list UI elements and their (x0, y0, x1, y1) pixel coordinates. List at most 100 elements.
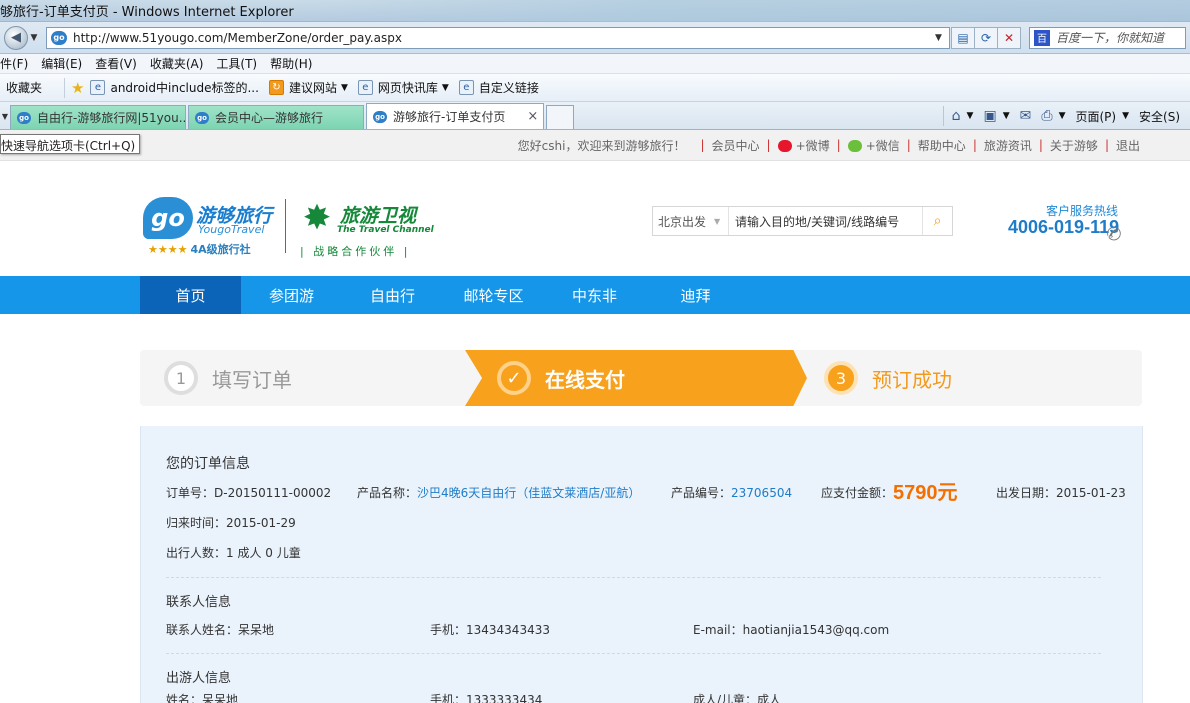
print-button[interactable]: ⎙ ▼ (1041, 108, 1065, 124)
departure-date-value: 2015-01-23 (1056, 486, 1126, 500)
safety-menu[interactable]: 安全(S) (1139, 108, 1180, 125)
menu-help[interactable]: 帮助(H) (270, 55, 312, 72)
close-tab-icon[interactable]: × (527, 109, 538, 124)
add-favorite-star-icon[interactable]: ★ (71, 79, 84, 97)
member-center-link[interactable]: 会员中心 (712, 137, 760, 154)
welcome-greeting: 您好cshi，欢迎来到游够旅行！ (517, 138, 686, 153)
traveler-type: 成人/儿童：成人 (693, 693, 782, 703)
rss-icon: ▣ (983, 108, 997, 124)
destination-search-input[interactable]: 请输入目的地/关键词/线路编号 (729, 213, 922, 230)
order-number-label: 订单号： (166, 486, 215, 500)
chevron-down-icon[interactable]: ▼ (1059, 111, 1066, 121)
feeds-button[interactable]: ▣ ▼ (983, 108, 1009, 124)
departure-date: 出发日期：2015-01-23 (996, 484, 1126, 501)
favorite-suggested-sites[interactable]: ↻ 建议网站 ▼ (268, 79, 348, 96)
nav-home[interactable]: 首页 (140, 276, 241, 314)
tab-free-travel[interactable]: go 自由行-游够旅行网|51you... (10, 105, 186, 129)
baidu-icon: 百 (1034, 29, 1050, 46)
history-dropdown-icon[interactable]: ▼ (28, 33, 40, 43)
contact-phone: 手机：13434343433 (430, 623, 550, 637)
travel-news-link[interactable]: 旅游资讯 (984, 137, 1032, 154)
product-code-link[interactable]: 23706504 (731, 486, 792, 500)
step-label: 填写订单 (212, 367, 292, 392)
wechat-follow-link[interactable]: +微信 (847, 137, 900, 154)
link-separator: | (906, 138, 911, 152)
menu-tools[interactable]: 工具(T) (216, 55, 257, 72)
about-link[interactable]: 关于游够 (1050, 137, 1098, 154)
nav-cruise[interactable]: 邮轮专区 (443, 276, 544, 314)
help-center-link[interactable]: 帮助中心 (918, 137, 966, 154)
yougo-logo-icon[interactable]: go (143, 197, 193, 239)
tab-label: 自由行-游够旅行网|51you... (37, 111, 186, 125)
link-separator: | (836, 138, 841, 152)
menu-favorites[interactable]: 收藏夹(A) (150, 55, 204, 72)
order-steps: 1 填写订单 ✓ 在线支付 3 预订成功 (140, 350, 1142, 406)
traveler-count: 出行人数：1 成人 0 儿童 (166, 544, 301, 561)
weibo-follow-link[interactable]: +微博 (777, 137, 830, 154)
amount-due: 应支付金额：5790元 (821, 476, 958, 505)
menu-edit[interactable]: 编辑(E) (41, 55, 82, 72)
favorite-label: 自定义链接 (478, 81, 539, 95)
chevron-down-icon[interactable]: ▼ (1003, 111, 1010, 121)
menu-file[interactable]: 件(F) (0, 55, 28, 72)
return-date: 归来时间：2015-01-29 (166, 514, 296, 531)
chevron-down-icon: ▼ (714, 216, 721, 226)
departure-city-select[interactable]: 北京出发 ▼ (653, 207, 729, 235)
amount-due-label: 应支付金额： (821, 486, 894, 500)
page-menu[interactable]: 页面(P) ▼ (1075, 108, 1129, 125)
favorites-button[interactable]: 收藏夹 (6, 79, 42, 96)
tab-order-pay[interactable]: go 游够旅行-订单支付页 × (366, 103, 544, 129)
favorite-web-slice-gallery[interactable]: e 网页快讯库 ▼ (357, 79, 449, 96)
back-button[interactable]: ◀ (4, 25, 28, 50)
tab-list-dropdown-icon[interactable]: ▼ (0, 105, 10, 127)
star-icon: ★★★★ (148, 243, 188, 256)
url-field[interactable]: go http://www.51yougo.com/MemberZone/ord… (46, 26, 950, 49)
hotline-number: 4006-019-119 (1008, 217, 1120, 237)
home-button[interactable]: ⌂ ▼ (952, 108, 974, 124)
stop-icon[interactable]: ✕ (997, 26, 1021, 49)
nav-free-travel[interactable]: 自由行 (342, 276, 443, 314)
new-tab-button[interactable] (546, 105, 574, 129)
site-favicon-icon: go (17, 111, 31, 124)
compat-view-icon[interactable]: ▤ (951, 26, 975, 49)
contact-email: E-mail：haotianjia1543@qq.com (693, 623, 890, 637)
product-name-link[interactable]: 沙巴4晚6天自由行（佳蓝文莱酒店/亚航） (417, 486, 640, 500)
chevron-down-icon[interactable]: ▼ (341, 83, 348, 93)
home-icon: ⌂ (951, 108, 961, 124)
url-text[interactable]: http://www.51yougo.com/MemberZone/order_… (73, 31, 935, 45)
favorite-custom-links[interactable]: e 自定义链接 (458, 79, 539, 96)
product-name: 产品名称：沙巴4晚6天自由行（佳蓝文莱酒店/亚航） (357, 484, 640, 501)
menu-view[interactable]: 查看(V) (95, 55, 137, 72)
nav-group-tour[interactable]: 参团游 (241, 276, 342, 314)
chevron-down-icon[interactable]: ▼ (442, 83, 449, 93)
section-divider (166, 577, 1101, 578)
nav-dubai[interactable]: 迪拜 (645, 276, 746, 314)
traveler-name: 姓名：呆呆地 (166, 693, 239, 703)
background-windows (293, 0, 1190, 22)
nav-middle-east-africa[interactable]: 中东非 (544, 276, 645, 314)
order-number-value: D-20150111-00002 (214, 486, 332, 500)
tab-member-center[interactable]: go 会员中心—游够旅行 (188, 105, 364, 129)
search-placeholder: 百度一下，你就知道 (1056, 31, 1165, 45)
url-dropdown-icon[interactable]: ▼ (935, 33, 949, 43)
search-button[interactable]: ⌕ (922, 207, 952, 235)
chevron-down-icon[interactable]: ▼ (1122, 111, 1129, 121)
favorite-link-android[interactable]: e android中include标签的... (90, 79, 259, 96)
tab-label: 会员中心—游够旅行 (215, 111, 324, 125)
window-titlebar: 够旅行-订单支付页 - Windows Internet Explorer (0, 0, 1190, 22)
search-field[interactable]: 百 百度一下，你就知道 (1029, 26, 1186, 49)
order-number: 订单号：D-20150111-00002 (166, 484, 331, 501)
logout-link[interactable]: 退出 (1116, 137, 1140, 154)
return-date-label: 归来时间： (166, 516, 227, 530)
mail-button[interactable]: ✉ (1020, 108, 1032, 124)
step-number: 3 (824, 361, 858, 395)
wechat-icon (847, 140, 862, 152)
site-top-bar: 您好cshi，欢迎来到游够旅行！ | 会员中心 | +微博 | +微信 | 帮助… (0, 130, 1190, 161)
partner-tagline: | 战略合作伙伴 | (300, 245, 411, 258)
contact-section-title: 联系人信息 (166, 595, 232, 610)
partner-cn-text: 旅游卫视 (340, 205, 417, 227)
step-label: 预订成功 (872, 367, 952, 392)
chevron-down-icon[interactable]: ▼ (967, 111, 974, 121)
site-favicon-icon: go (373, 110, 387, 123)
refresh-icon[interactable]: ⟳ (974, 26, 998, 49)
